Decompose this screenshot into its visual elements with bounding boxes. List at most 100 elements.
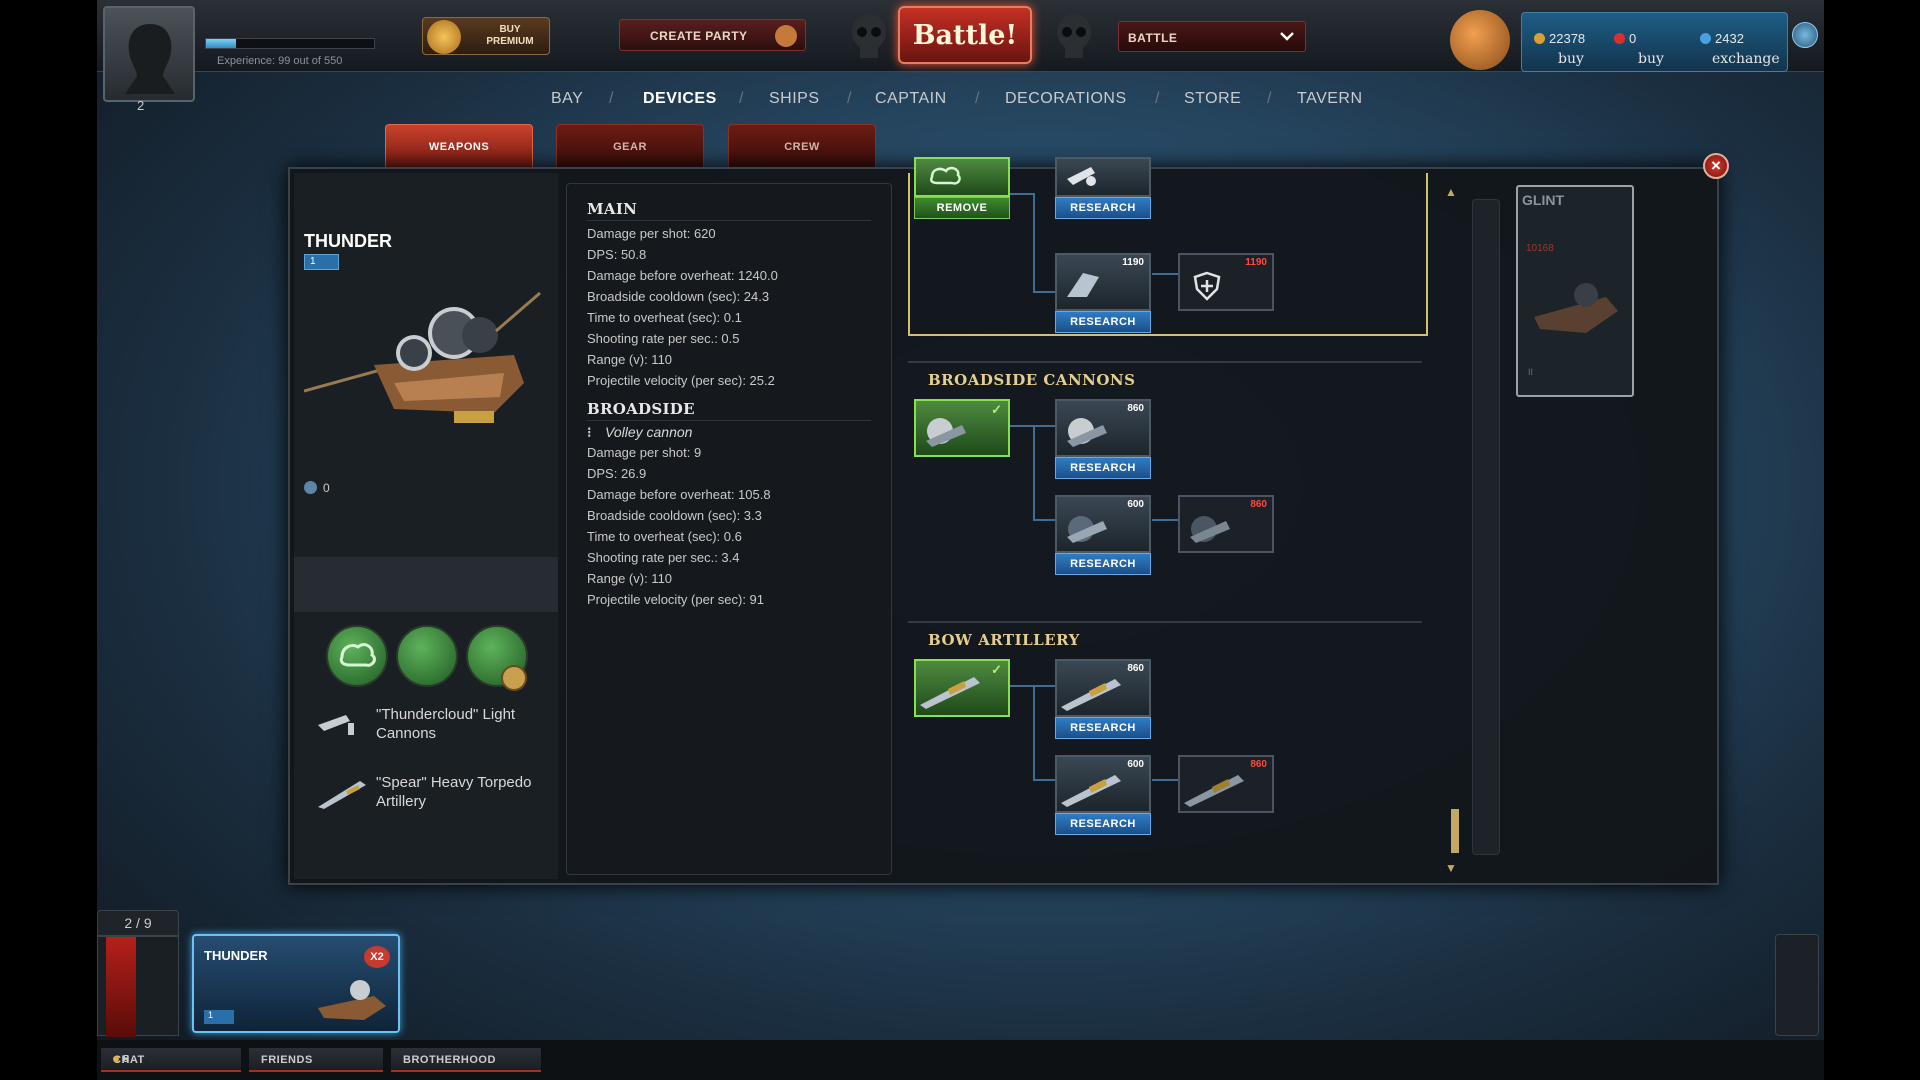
brotherhood-tab[interactable]: BROTHERHOOD xyxy=(391,1048,541,1072)
battle-button[interactable]: Battle! xyxy=(898,6,1032,64)
create-party-button[interactable]: CREATE PARTY xyxy=(619,19,806,51)
research-button[interactable]: RESEARCH xyxy=(1055,197,1151,219)
research-button[interactable]: RESEARCH xyxy=(1055,813,1151,835)
weapon-slot-main[interactable] xyxy=(326,625,388,687)
stat-line: Shooting rate per sec.: 0.5 xyxy=(587,331,740,346)
scroll-up-arrow[interactable]: ▲ xyxy=(1445,185,1457,199)
filter-icon xyxy=(106,937,136,1037)
tab-gear[interactable]: GEAR xyxy=(556,124,704,168)
stat-line: Range (v): 110 xyxy=(587,352,673,367)
broadside-stats-title: BROADSIDE xyxy=(587,400,695,418)
tab-weapons[interactable]: WEAPONS xyxy=(385,124,533,168)
hangar-scroll-right[interactable] xyxy=(1775,934,1819,1036)
next-ship-card-glint[interactable]: GLINT 10168 II xyxy=(1516,185,1634,397)
tree-node-main-upgrade[interactable] xyxy=(1055,157,1151,197)
tree-node-broadside-upgrade[interactable]: 860 xyxy=(1055,399,1151,457)
stat-line: DPS: 50.8 xyxy=(587,247,647,262)
skull-right-icon xyxy=(1057,14,1091,58)
tree-node-broadside-tier3[interactable]: 860 xyxy=(1178,495,1274,553)
game-window: 2 Experience: 99 out of 550 BUY PREMIUM … xyxy=(97,0,1824,1080)
buy-premium-button[interactable]: BUY PREMIUM xyxy=(422,17,550,55)
tree-node-main-wings[interactable]: 1190 xyxy=(1055,253,1151,311)
heavy-cannon-icon xyxy=(1190,516,1230,543)
gold-buy-link[interactable]: buy xyxy=(1558,51,1584,67)
ship-info-column: THUNDER 1 0 "Thundercloud" Light Cannons… xyxy=(294,173,558,879)
stat-line: Damage per shot: 9 xyxy=(587,445,702,460)
red-gem-icon xyxy=(1614,33,1625,44)
stat-line: Projectile velocity (per sec): 25.2 xyxy=(587,373,775,388)
ship-count: 0 xyxy=(304,481,330,495)
scroll-down-arrow[interactable]: ▼ xyxy=(1445,861,1457,875)
ship-progression-rail xyxy=(1472,199,1500,855)
lock-icon xyxy=(501,665,527,691)
exchange-link[interactable]: exchange xyxy=(1712,51,1780,67)
experience-text: Experience: 99 out of 550 xyxy=(217,55,343,67)
torpedo-icon xyxy=(1061,679,1121,711)
chat-tab[interactable]: CHAT 5 xyxy=(101,1048,241,1072)
stat-line: Broadside cooldown (sec): 3.3 xyxy=(587,508,762,523)
nav-devices[interactable]: DEVICES xyxy=(643,90,717,108)
tree-node-broadside-equipped[interactable]: ✓ xyxy=(914,399,1010,457)
blue-crystal-icon xyxy=(1700,33,1711,44)
stat-line: Time to overheat (sec): 0.1 xyxy=(587,310,742,325)
premium-coin-icon xyxy=(427,20,461,54)
ship-name: THUNDER xyxy=(304,231,392,251)
broadside-weapon-name: ⁝ Volley cannon xyxy=(587,424,693,440)
research-button[interactable]: RESEARCH xyxy=(1055,311,1151,333)
heavy-cannon-icon xyxy=(1067,516,1107,543)
tree-node-bow-tier3[interactable]: 860 xyxy=(1178,755,1274,813)
nav-decorations[interactable]: DECORATIONS xyxy=(1005,90,1127,108)
light-cannon-icon xyxy=(318,715,354,735)
red-buy-link[interactable]: buy xyxy=(1638,51,1664,67)
skull-left-icon xyxy=(852,14,886,58)
nav-ships[interactable]: SHIPS xyxy=(769,90,820,108)
remove-button[interactable]: REMOVE xyxy=(914,197,1010,219)
stat-line: DPS: 26.9 xyxy=(587,466,647,481)
research-button[interactable]: RESEARCH xyxy=(1055,457,1151,479)
torpedo-icon xyxy=(318,781,366,809)
hangar-count: 2 / 9 xyxy=(97,910,179,936)
battle-mode-select[interactable]: BATTLE xyxy=(1118,21,1306,52)
x2-badge: X2 xyxy=(364,946,390,968)
bow-artillery-title: BOW ARTILLERY xyxy=(928,631,1080,649)
stat-line: Broadside cooldown (sec): 24.3 xyxy=(587,289,770,304)
close-button[interactable]: × xyxy=(1703,153,1729,179)
gold-coin-icon xyxy=(1534,33,1545,44)
nav-tavern[interactable]: TAVERN xyxy=(1297,90,1363,108)
stat-line: Shooting rate per sec.: 3.4 xyxy=(587,550,740,565)
tab-crew[interactable]: CREW xyxy=(728,124,876,168)
currency-panel: 22378 buy 0 buy 2432 exchange xyxy=(1521,12,1788,72)
weapon-stats: MAIN Damage per shot: 620 DPS: 50.8 Dama… xyxy=(566,183,892,875)
ship-silhouette xyxy=(1534,283,1618,333)
tree-node-broadside-tier2[interactable]: 600 xyxy=(1055,495,1151,553)
thunder-emblem-icon xyxy=(930,166,961,185)
nav-captain[interactable]: CAPTAIN xyxy=(875,90,947,108)
shield-icon xyxy=(1193,271,1221,301)
tree-node-bow-tier2[interactable]: 600 xyxy=(1055,755,1151,813)
tree-node-bow-upgrade[interactable]: 860 xyxy=(1055,659,1151,717)
nav-store[interactable]: STORE xyxy=(1184,90,1241,108)
stat-line: Damage before overheat: 105.8 xyxy=(587,487,771,502)
light-cannon-icon xyxy=(1067,167,1096,186)
globe-icon[interactable] xyxy=(1792,22,1818,48)
thunder-emblem-icon xyxy=(339,643,376,667)
volley-cannon-icon xyxy=(926,418,966,447)
scrollbar-thumb[interactable] xyxy=(1451,809,1459,853)
ship-image xyxy=(304,291,541,423)
research-button[interactable]: RESEARCH xyxy=(1055,553,1151,575)
friends-tab[interactable]: FRIENDS xyxy=(249,1048,383,1072)
torpedo-icon xyxy=(920,677,980,709)
tree-node-bow-equipped[interactable]: ✓ xyxy=(914,659,1010,717)
weapon-slot-broadside[interactable] xyxy=(396,625,458,687)
red-amount: 0 xyxy=(1614,31,1636,46)
tree-node-main-equipped[interactable] xyxy=(914,157,1010,197)
tree-node-main-shield[interactable]: 1190 xyxy=(1178,253,1274,311)
nav-bay[interactable]: BAY xyxy=(551,90,583,108)
research-button[interactable]: RESEARCH xyxy=(1055,717,1151,739)
volley-cannon-icon xyxy=(1067,418,1107,447)
resources-bag-icon[interactable] xyxy=(1450,10,1510,70)
hangar-ship-card[interactable]: THUNDER X2 1 xyxy=(192,934,400,1033)
stat-line: Range (v): 110 xyxy=(587,571,673,586)
torpedo-icon xyxy=(1184,775,1244,807)
hangar-filter[interactable] xyxy=(97,936,179,1037)
